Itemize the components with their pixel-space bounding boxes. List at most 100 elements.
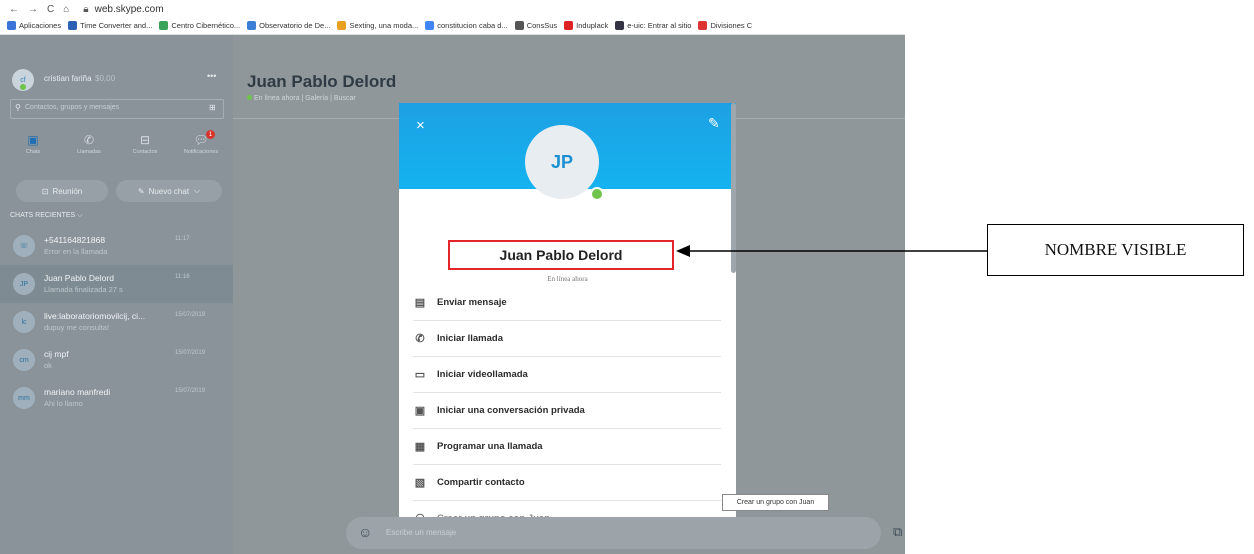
bookmark-item[interactable]: Aplicaciones [7,21,61,30]
chat-icon: ▣ [27,133,39,147]
nav-label: Contactos [132,149,158,155]
bookmark-label: e-uic: Entrar al sitio [627,21,692,30]
nav-label: Chats [25,149,41,155]
bookmark-item[interactable]: Centro Cibernético... [159,21,240,30]
chat-name: +541164821868 [44,235,106,245]
bookmark-label: Time Converter and... [80,21,153,30]
message-input[interactable]: ☺ Escribe un mensaje [346,517,881,549]
new-chat-button[interactable]: ✎ Nuevo chat ⌵ [116,180,222,202]
action-lock[interactable]: ▣ Iniciar una conversación privada [413,393,721,429]
nav-chats[interactable]: ▣ Chats [8,133,58,155]
bookmark-icon [7,21,16,30]
nav-label: Llamadas [77,149,101,155]
forward-icon[interactable]: → [28,4,38,15]
video-icon: ▭ [414,369,426,381]
back-icon[interactable]: ← [9,4,19,15]
action-calendar[interactable]: ▦ Programar una llamada [413,429,721,465]
bookmark-label: Induplack [576,21,609,30]
nav-llamadas[interactable]: ✆ Llamadas [64,133,114,155]
bookmark-label: Aplicaciones [19,21,62,30]
notification-badge: 1 [206,130,215,139]
profile-name[interactable]: cristian fariña [44,74,92,83]
chevron-down-icon: ⌵ [194,186,201,195]
phone-icon: ✆ [83,133,95,147]
more-options-icon[interactable]: ••• [207,71,216,81]
nav-notificaciones[interactable]: 💬︎ Notificaciones 1 [176,130,226,155]
address-bar-row: ← → C ⌂ 🔒︎ web.skype.com [0,0,905,18]
attach-icon[interactable]: ⧉ [893,524,902,540]
bookmark-item[interactable]: Sexting, una moda... [337,21,418,30]
meeting-button[interactable]: ⊡ Reunión [16,180,108,202]
bookmark-item[interactable]: Time Converter and... [68,21,152,30]
recent-chats-header[interactable]: CHATS RECIENTES ⌵ [10,212,82,220]
chat-name: mariano manfredi [44,387,111,397]
bookmark-label: constitucion caba d... [437,21,508,30]
annotation-label: NOMBRE VISIBLE [987,224,1244,276]
action-label: Programar una llamada [437,441,543,452]
bookmark-icon [247,21,257,30]
chat-time: 11:17 [175,236,190,242]
chat-name: Juan Pablo Delord [44,273,114,283]
bookmark-item[interactable]: constitucion caba d... [425,21,508,30]
action-label: Compartir contacto [437,477,525,488]
chat-name: cij mpf [44,349,69,359]
bookmark-item[interactable]: Observatorio de De... [247,21,330,30]
bookmark-label: Sexting, una moda... [349,21,419,30]
annotation-arrow [676,245,988,257]
action-phone[interactable]: ✆ Iniciar llamada [413,321,721,357]
emoji-icon[interactable]: ☺ [358,524,372,540]
contacts-icon: ⊟ [139,133,151,147]
message-icon: ▤ [414,297,426,309]
search-box[interactable]: ⚲ Contactos, grupos y mensajes ⊞ [10,99,224,119]
contact-card-icon: ▧ [414,477,426,489]
reload-icon[interactable]: C [47,4,54,15]
chat-list-item[interactable]: mm mariano manfredi Ahi lo llamo 15/07/2019 [0,379,233,417]
bookmark-icon [698,21,708,30]
bookmark-item[interactable]: e-uic: Entrar al sitio [615,21,691,30]
nav-contactos[interactable]: ⊟ Contactos [120,133,170,155]
chevron-down-icon: ⌵ [77,212,83,219]
bookmark-item[interactable]: ConsSus [514,21,558,30]
calendar-icon: ▦ [414,441,426,453]
search-placeholder[interactable]: Contactos, grupos y mensajes [25,104,119,111]
bookmarks-bar: Aplicaciones Time Converter and... Centro … [0,17,905,35]
online-dot-icon [247,95,252,100]
bookmark-item[interactable]: Divisiones C [698,21,752,30]
chat-avatar: mm [13,387,35,409]
edit-icon[interactable]: ✎ [708,115,720,132]
action-message[interactable]: ▤ Enviar mensaje [413,285,721,321]
nav-label: Notificaciones [183,149,219,155]
url-text[interactable]: web.skype.com [95,4,164,15]
bookmark-icon [615,21,625,30]
chat-preview: dupuy me consulta! [44,323,110,332]
bookmark-icon [425,21,435,30]
notification-icon: 💬︎ [193,133,209,147]
chat-avatar: lc [13,311,35,333]
action-label: Iniciar una conversación privada [437,405,585,416]
bookmark-label: ConsSus [526,21,558,30]
chat-list-item[interactable]: JP Juan Pablo Delord Llamada finalizada 27… [0,265,233,303]
home-icon[interactable]: ⌂ [63,4,69,15]
bookmark-icon [564,21,574,30]
close-icon[interactable]: × [416,117,425,134]
chat-list-item[interactable]: lc live:laboratoriomovilcij, ci... dupuy m… [0,303,233,341]
chat-list-item[interactable]: ☏ +541164821868 Error en la llamada 11:17 [0,227,233,265]
bookmark-icon [159,21,169,30]
new-chat-label: Nuevo chat [148,186,190,196]
chat-preview: Llamada finalizada 27 s [44,285,123,294]
chat-time: 15/07/2019 [175,388,206,394]
action-video[interactable]: ▭ Iniciar videollamada [413,357,721,393]
chat-list-item[interactable]: cm cij mpf ok 15/07/2019 [0,341,233,379]
dialpad-icon[interactable]: ⊞ [209,103,216,112]
chat-title: Juan Pablo Delord [247,72,397,91]
meeting-label: Reunión [52,186,83,196]
online-status-icon [590,187,604,201]
chat-time: 15/07/2019 [175,312,206,318]
bookmark-label: Divisiones C [710,21,753,30]
action-contact-card[interactable]: ▧ Compartir contacto [413,465,721,501]
profile-credit: $0,00 [95,74,116,83]
message-placeholder[interactable]: Escribe un mensaje [386,528,456,537]
bookmark-label: Observatorio de De... [259,21,331,30]
bookmark-label: Centro Cibernético... [171,21,241,30]
bookmark-item[interactable]: Induplack [564,21,608,30]
